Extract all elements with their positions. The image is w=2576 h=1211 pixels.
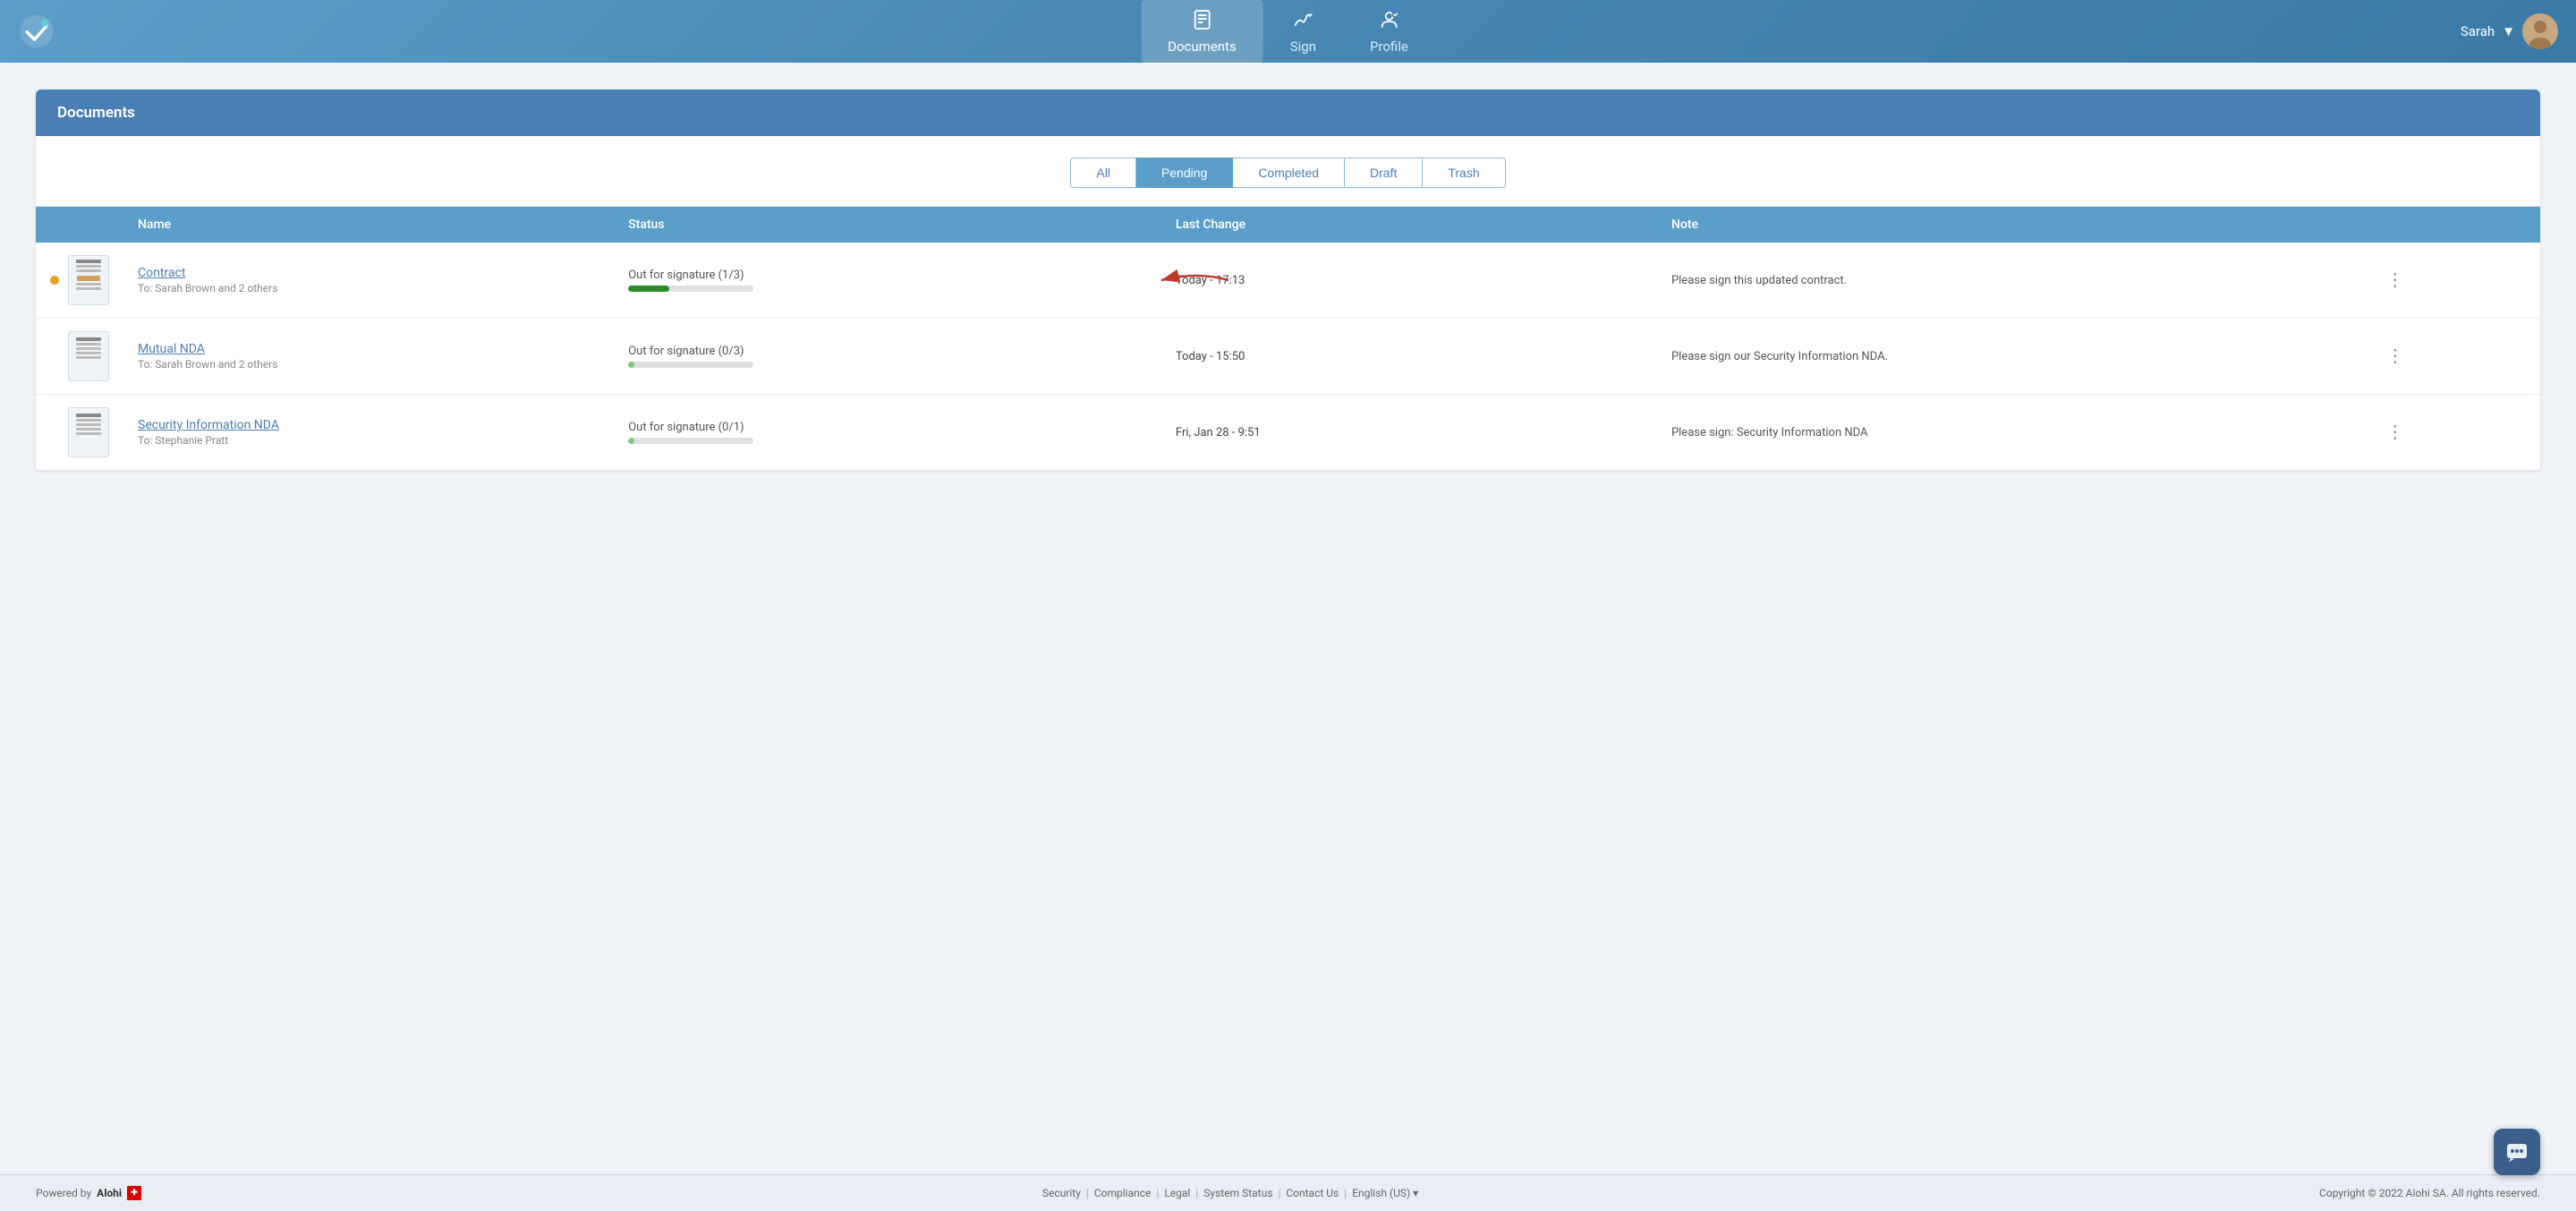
user-name: Sarah (2461, 23, 2495, 39)
doc-recipient: To: Sarah Brown and 2 others (138, 282, 599, 294)
status-dot (50, 276, 59, 285)
row-thumbnail-cell (36, 243, 123, 319)
footer-link-system-status[interactable]: System Status (1203, 1187, 1272, 1199)
documents-icon (1191, 9, 1212, 35)
swiss-flag-icon: ✚ (127, 1186, 141, 1200)
status-text: Out for signature (1/3) (628, 269, 1147, 282)
doc-thumbnail (68, 255, 109, 305)
last-change-text: Fri, Jan 28 - 9:51 (1176, 426, 1643, 439)
col-note: Note (1657, 207, 2365, 243)
footer-link-compliance[interactable]: Compliance (1094, 1187, 1152, 1199)
nav-sign-label: Sign (1290, 38, 1316, 55)
filter-trash[interactable]: Trash (1423, 158, 1505, 188)
footer-link-legal[interactable]: Legal (1164, 1187, 1190, 1199)
main-nav: Documents Sign Profile (1141, 0, 1435, 64)
filter-draft[interactable]: Draft (1345, 158, 1423, 188)
chat-icon (2505, 1140, 2529, 1164)
chat-widget[interactable] (2494, 1129, 2540, 1175)
col-last-change: Last Change (1161, 207, 1657, 243)
row-actions-cell: ⋮ (2365, 319, 2540, 395)
header: Documents Sign Profile (0, 0, 2576, 63)
panel-title: Documents (36, 90, 2540, 136)
filter-pending[interactable]: Pending (1136, 158, 1233, 188)
footer-links: Security | Compliance | Legal | System S… (1042, 1187, 1418, 1199)
last-change-text: Today - 15:50 (1176, 350, 1643, 363)
filter-all[interactable]: All (1070, 158, 1136, 188)
row-thumbnail-cell (36, 319, 123, 395)
progress-bar (628, 362, 753, 368)
doc-name-link[interactable]: Contract (138, 266, 599, 280)
row-note-cell: Please sign this updated contract. (1657, 243, 2365, 319)
note-text: Please sign this updated contract. (1671, 274, 2351, 287)
row-last-change-cell: Today - 15:50 (1161, 319, 1657, 395)
documents-panel: Documents All Pending Completed Draft Tr… (36, 90, 2540, 471)
user-menu[interactable]: Sarah ▼ (2461, 13, 2558, 49)
row-actions-cell: ⋮ (2365, 395, 2540, 471)
footer-link-contact[interactable]: Contact Us (1286, 1187, 1339, 1199)
note-text: Please sign: Security Information NDA (1671, 426, 2351, 439)
more-options-button[interactable]: ⋮ (2379, 268, 2411, 293)
status-text: Out for signature (0/1) (628, 421, 1147, 434)
doc-recipient: To: Sarah Brown and 2 others (138, 358, 599, 371)
logo[interactable] (18, 13, 55, 50)
col-status: Status (614, 207, 1161, 243)
nav-documents[interactable]: Documents (1141, 0, 1263, 64)
col-thumbnail (36, 207, 123, 243)
row-name-cell: Contract To: Sarah Brown and 2 others (123, 243, 614, 319)
doc-name-link[interactable]: Security Information NDA (138, 418, 599, 432)
table-row: Mutual NDA To: Sarah Brown and 2 others … (36, 319, 2540, 395)
note-text: Please sign our Security Information NDA… (1671, 350, 2351, 363)
col-actions (2365, 207, 2540, 243)
row-actions-cell: ⋮ (2365, 243, 2540, 319)
footer: Powered by Alohi ✚ Security | Compliance… (0, 1174, 2576, 1211)
logo-icon (18, 13, 55, 50)
row-thumbnail-cell (36, 395, 123, 471)
brand-name: Alohi (97, 1187, 122, 1199)
nav-profile-label: Profile (1370, 38, 1408, 55)
profile-icon (1378, 9, 1399, 35)
doc-name-link[interactable]: Mutual NDA (138, 342, 599, 356)
filter-bar: All Pending Completed Draft Trash (36, 136, 2540, 207)
row-status-cell: Out for signature (0/3) (614, 319, 1161, 395)
sign-icon (1292, 9, 1314, 35)
progress-bar (628, 286, 753, 292)
row-name-cell: Mutual NDA To: Sarah Brown and 2 others (123, 319, 614, 395)
footer-link-language[interactable]: English (US) ▾ (1352, 1187, 1418, 1199)
row-name-cell: Security Information NDA To: Stephanie P… (123, 395, 614, 471)
doc-thumbnail (68, 407, 109, 457)
table-header-row: Name Status Last Change Note (36, 207, 2540, 243)
progress-bar (628, 438, 753, 444)
nav-documents-label: Documents (1168, 38, 1237, 55)
main-content: Documents All Pending Completed Draft Tr… (0, 63, 2576, 1174)
user-dropdown-icon: ▼ (2502, 23, 2515, 39)
progress-fill (628, 286, 669, 292)
row-status-cell: Out for signature (1/3) (614, 243, 1161, 319)
documents-table: Name Status Last Change Note (36, 207, 2540, 471)
nav-profile[interactable]: Profile (1343, 0, 1435, 64)
avatar (2522, 13, 2558, 49)
powered-by-text: Powered by (36, 1187, 91, 1199)
progress-fill (628, 362, 634, 368)
row-status-cell: Out for signature (0/1) (614, 395, 1161, 471)
last-change-text: Today - 17:13 (1176, 274, 1643, 287)
more-options-button[interactable]: ⋮ (2379, 420, 2411, 445)
table-row: Security Information NDA To: Stephanie P… (36, 395, 2540, 471)
table-body: Contract To: Sarah Brown and 2 others Ou… (36, 243, 2540, 471)
col-name: Name (123, 207, 614, 243)
status-text: Out for signature (0/3) (628, 345, 1147, 358)
doc-thumbnail (68, 331, 109, 381)
doc-recipient: To: Stephanie Pratt (138, 434, 599, 447)
progress-fill (628, 438, 634, 444)
footer-copyright: Copyright © 2022 Alohi SA. All rights re… (2319, 1187, 2540, 1199)
footer-link-security[interactable]: Security (1042, 1187, 1081, 1199)
table-row: Contract To: Sarah Brown and 2 others Ou… (36, 243, 2540, 319)
footer-brand: Powered by Alohi ✚ (36, 1186, 141, 1200)
filter-completed[interactable]: Completed (1233, 158, 1345, 188)
row-note-cell: Please sign: Security Information NDA (1657, 395, 2365, 471)
more-options-button[interactable]: ⋮ (2379, 344, 2411, 369)
row-note-cell: Please sign our Security Information NDA… (1657, 319, 2365, 395)
row-last-change-cell: Today - 17:13 (1161, 243, 1657, 319)
row-last-change-cell: Fri, Jan 28 - 9:51 (1161, 395, 1657, 471)
nav-sign[interactable]: Sign (1263, 0, 1343, 64)
